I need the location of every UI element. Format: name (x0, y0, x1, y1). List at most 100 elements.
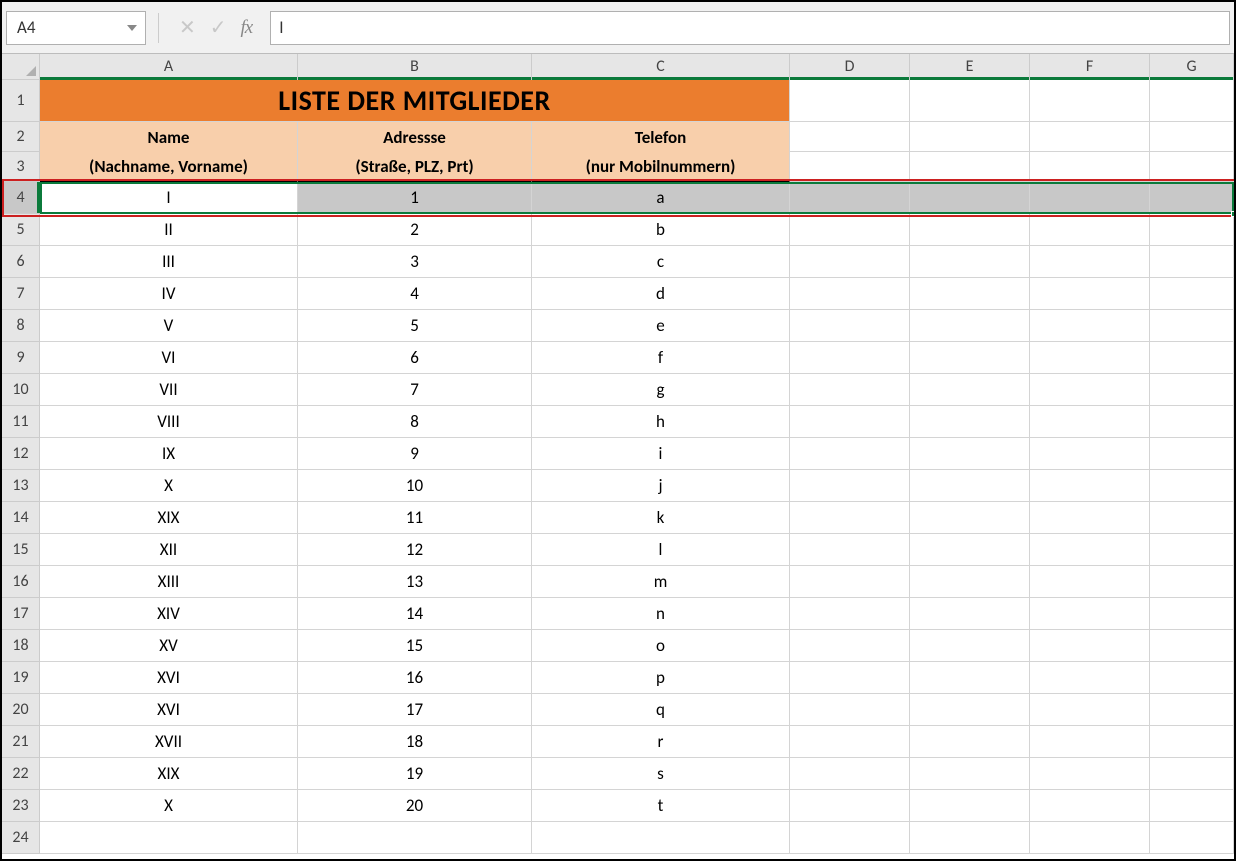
cell[interactable] (1030, 438, 1150, 470)
cell[interactable]: 17 (298, 694, 532, 726)
cell[interactable] (910, 374, 1030, 406)
row-header[interactable]: 23 (2, 790, 40, 822)
cell[interactable]: b (532, 214, 790, 246)
cell[interactable] (910, 758, 1030, 790)
cell[interactable] (1150, 726, 1234, 758)
cell[interactable]: XVI (40, 662, 298, 694)
cell[interactable] (1030, 758, 1150, 790)
cell[interactable]: XIV (40, 598, 298, 630)
cell[interactable] (910, 598, 1030, 630)
cell[interactable]: q (532, 694, 790, 726)
cell[interactable] (1030, 502, 1150, 534)
column-header-C[interactable]: C (532, 54, 790, 79)
cell[interactable]: 5 (298, 310, 532, 342)
cell[interactable]: 10 (298, 470, 532, 502)
cell[interactable] (790, 374, 910, 406)
cell[interactable] (910, 438, 1030, 470)
cell[interactable] (790, 278, 910, 310)
cell[interactable] (790, 438, 910, 470)
cell[interactable]: VI (40, 342, 298, 374)
cell[interactable] (1150, 662, 1234, 694)
cell[interactable] (1030, 662, 1150, 694)
cell[interactable] (1150, 246, 1234, 278)
cell[interactable] (910, 214, 1030, 246)
row-header[interactable]: 20 (2, 694, 40, 726)
cell[interactable]: II (40, 214, 298, 246)
cell[interactable] (1150, 122, 1234, 152)
cell[interactable] (790, 694, 910, 726)
row-header[interactable]: 22 (2, 758, 40, 790)
cell[interactable] (790, 342, 910, 374)
cell[interactable] (1030, 182, 1150, 214)
cell[interactable] (1150, 80, 1234, 122)
chevron-down-icon[interactable] (127, 25, 137, 31)
cell[interactable] (1030, 630, 1150, 662)
cell[interactable]: 7 (298, 374, 532, 406)
cell[interactable] (1030, 694, 1150, 726)
cell[interactable] (910, 152, 1030, 182)
enter-icon[interactable]: ✓ (210, 15, 227, 40)
cell[interactable]: k (532, 502, 790, 534)
cell[interactable]: XIX (40, 758, 298, 790)
cell[interactable] (910, 406, 1030, 438)
cell[interactable] (1030, 790, 1150, 822)
row-header[interactable]: 14 (2, 502, 40, 534)
cell[interactable] (790, 598, 910, 630)
cell[interactable] (1030, 342, 1150, 374)
row-header[interactable]: 13 (2, 470, 40, 502)
row-header[interactable]: 4 (2, 182, 40, 214)
cell[interactable]: l (532, 534, 790, 566)
cell[interactable]: XV (40, 630, 298, 662)
cell[interactable]: d (532, 278, 790, 310)
cell[interactable]: X (40, 470, 298, 502)
cell[interactable] (1030, 152, 1150, 182)
cell[interactable]: Name (40, 122, 298, 152)
cell[interactable]: 8 (298, 406, 532, 438)
cell[interactable] (790, 822, 910, 854)
row-header[interactable]: 9 (2, 342, 40, 374)
cell[interactable] (1150, 438, 1234, 470)
cell[interactable]: o (532, 630, 790, 662)
row-header[interactable]: 5 (2, 214, 40, 246)
cell[interactable] (532, 822, 790, 854)
cell[interactable] (1150, 278, 1234, 310)
cell[interactable] (40, 822, 298, 854)
cell[interactable]: 3 (298, 246, 532, 278)
cell[interactable] (1030, 310, 1150, 342)
cell[interactable]: (Nachname, Vorname) (40, 152, 298, 182)
select-all-corner[interactable] (2, 54, 40, 79)
cell[interactable]: (nur Mobilnummern) (532, 152, 790, 182)
fill-handle[interactable] (1231, 211, 1234, 217)
cell[interactable]: 16 (298, 662, 532, 694)
cell[interactable]: 15 (298, 630, 532, 662)
cell[interactable] (1030, 726, 1150, 758)
cell[interactable]: 1 (298, 182, 532, 214)
cell[interactable] (790, 214, 910, 246)
column-header-G[interactable]: G (1150, 54, 1234, 79)
cell[interactable] (1150, 374, 1234, 406)
cell[interactable]: VIII (40, 406, 298, 438)
cell[interactable] (790, 406, 910, 438)
cell[interactable]: r (532, 726, 790, 758)
cell[interactable] (1150, 152, 1234, 182)
cell[interactable]: n (532, 598, 790, 630)
cell[interactable] (910, 630, 1030, 662)
row-header[interactable]: 11 (2, 406, 40, 438)
cell[interactable] (298, 822, 532, 854)
cell[interactable] (910, 246, 1030, 278)
column-header-E[interactable]: E (910, 54, 1030, 79)
cell[interactable] (910, 534, 1030, 566)
cell[interactable]: 4 (298, 278, 532, 310)
cell[interactable]: 6 (298, 342, 532, 374)
cell[interactable] (910, 122, 1030, 152)
cell[interactable]: VII (40, 374, 298, 406)
cell[interactable] (790, 566, 910, 598)
row-header[interactable]: 6 (2, 246, 40, 278)
cell[interactable] (1030, 80, 1150, 122)
row-header[interactable]: 17 (2, 598, 40, 630)
cell[interactable]: h (532, 406, 790, 438)
cell[interactable] (910, 342, 1030, 374)
cell[interactable]: X (40, 790, 298, 822)
row-header[interactable]: 15 (2, 534, 40, 566)
cell[interactable] (1030, 122, 1150, 152)
